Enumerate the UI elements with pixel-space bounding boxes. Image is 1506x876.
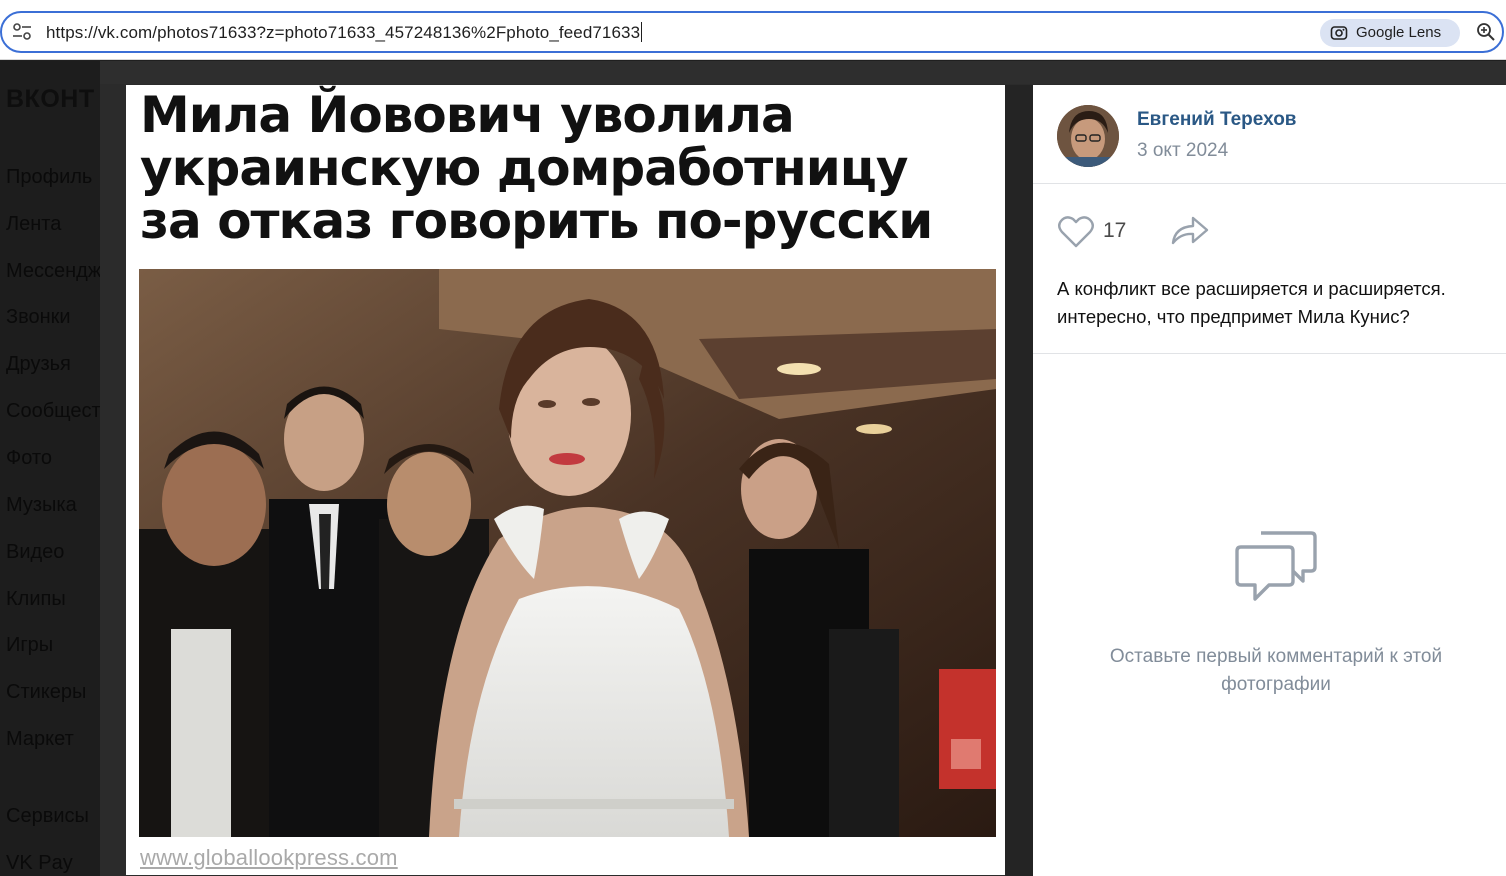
share-icon xyxy=(1171,216,1209,245)
photo-viewer[interactable]: Мила Йовович уволила украинскую домработ… xyxy=(126,85,1005,875)
sidebar-item-photos[interactable]: Фото xyxy=(6,447,52,470)
sidebar-item-feed[interactable]: Лента xyxy=(6,213,61,236)
sidebar-item-messenger[interactable]: Мессендж xyxy=(6,260,100,283)
author-avatar[interactable] xyxy=(1057,105,1119,167)
photo-headline: Мила Йовович уволила украинскую домработ… xyxy=(140,89,1000,248)
sidebar-item-friends[interactable]: Друзья xyxy=(6,353,71,376)
sidebar-item-services[interactable]: Сервисы xyxy=(6,805,89,828)
viewer-gap xyxy=(1005,85,1033,876)
sidebar-item-music[interactable]: Музыка xyxy=(6,494,77,517)
vk-sidebar: ВКОНТ Профиль Лента Мессендж Звонки Друз… xyxy=(0,61,100,876)
headline-line: украинскую домработницу xyxy=(140,139,908,197)
event-photo xyxy=(139,269,996,837)
sidebar-item-games[interactable]: Игры xyxy=(6,634,53,657)
photo-watermark: www.globallookpress.com xyxy=(140,845,398,870)
sidebar-item-calls[interactable]: Звонки xyxy=(6,306,71,329)
url-value[interactable]: https://vk.com/photos71633?z=photo71633_… xyxy=(46,23,640,42)
avatar-image xyxy=(1057,105,1119,167)
sidebar-item-profile[interactable]: Профиль xyxy=(6,166,92,189)
post-date[interactable]: 3 окт 2024 xyxy=(1137,140,1228,162)
like-button[interactable]: 17 xyxy=(1057,213,1149,249)
vk-logo[interactable]: ВКОНТ xyxy=(6,85,95,114)
divider xyxy=(1033,183,1506,184)
text-caret xyxy=(641,22,643,42)
author-name-link[interactable]: Евгений Терехов xyxy=(1137,109,1296,131)
sidebar-item-market[interactable]: Маркет xyxy=(6,728,74,751)
google-lens-label: Google Lens xyxy=(1356,24,1442,41)
sidebar-item-communities[interactable]: Сообщест xyxy=(6,400,100,423)
sidebar-item-video[interactable]: Видео xyxy=(6,541,64,564)
share-button[interactable] xyxy=(1169,213,1211,249)
vk-header xyxy=(0,61,1506,84)
google-lens-button[interactable]: Google Lens xyxy=(1320,19,1460,47)
browser-toolbar: https://vk.com/photos71633?z=photo71633_… xyxy=(0,0,1506,60)
headline-line: за отказ говорить по-русски xyxy=(140,192,933,250)
url-text[interactable]: https://vk.com/photos71633?z=photo71633_… xyxy=(46,22,643,43)
event-photo-illustration xyxy=(139,269,996,837)
google-lens-icon xyxy=(1330,26,1348,40)
empty-comments-message: Оставьте первый комментарий к этой фотог… xyxy=(1109,646,1443,695)
site-settings-icon[interactable] xyxy=(12,23,32,41)
address-bar[interactable]: https://vk.com/photos71633?z=photo71633_… xyxy=(0,11,1504,53)
sidebar-item-vkpay[interactable]: VK Pay xyxy=(6,852,73,875)
zoom-icon[interactable] xyxy=(1476,22,1496,42)
sidebar-item-clips[interactable]: Клипы xyxy=(6,588,66,611)
heart-icon xyxy=(1058,216,1094,248)
sidebar-item-stickers[interactable]: Стикеры xyxy=(6,681,86,704)
headline-line: Мила Йовович уволила xyxy=(140,86,795,144)
like-count: 17 xyxy=(1103,219,1127,242)
divider xyxy=(1033,353,1506,354)
photo-info-panel: Евгений Терехов 3 окт 2024 17 А конфликт… xyxy=(1033,85,1506,876)
comments-icon xyxy=(1235,531,1317,601)
post-caption: А конфликт все расширяется и расширяется… xyxy=(1057,278,1446,327)
